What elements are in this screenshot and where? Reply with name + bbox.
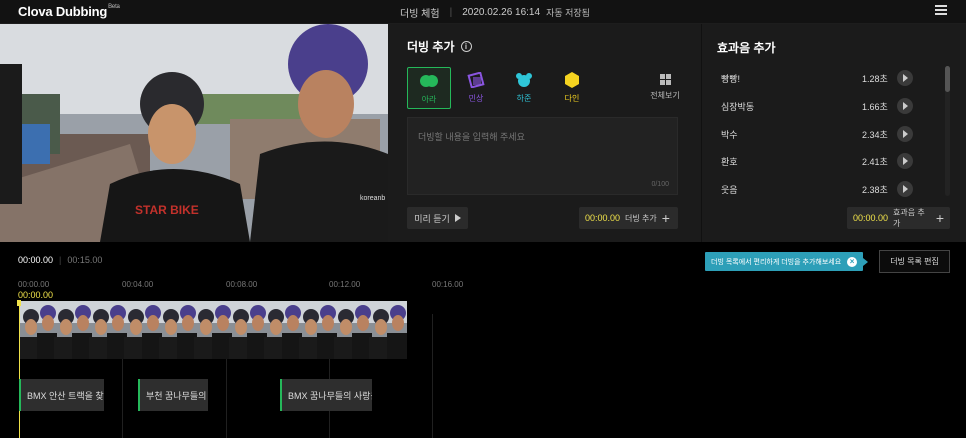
project-status: 더빙 체험 | 2020.02.26 16:14 자동 저장됨 [400,7,590,20]
char-count: 0/100 [651,181,669,188]
dubbing-clip[interactable]: BMX 안산 트랙을 찾은 [19,379,104,411]
voice-dain-label: 다인 [564,94,580,103]
preview-label: 미리 듣기 [414,213,450,224]
play-icon[interactable] [897,98,913,114]
time-display: 00:00.00 | 00:15.00 [18,255,103,265]
hamburger-menu-icon[interactable] [935,5,947,17]
plus-icon: + [935,210,944,226]
dubbing-panel: 더빙 추가 i 아라 민상 하준 다인 전체보기 더빙할 내용을 입력해 주세요… [388,24,701,242]
ruler-tick: 00:08.00 [226,280,258,289]
dubbing-clip[interactable]: BMX 꿈나무들의 사랑을 [280,379,372,411]
sfx-item[interactable]: 환호 2.41초 [702,151,942,171]
view-all-voices-button[interactable]: 전체보기 [648,74,682,101]
voice-minsang[interactable]: 민상 [454,67,498,109]
play-icon[interactable] [897,181,913,197]
save-status: 자동 저장됨 [546,8,590,18]
svg-text:STAR BIKE: STAR BIKE [135,203,199,217]
voice-ara-icon [420,75,438,87]
total-time: 00:15.00 [67,255,103,265]
tip-text: 더빙 목록에서 편리하게 더빙을 추가해보세요 [711,258,842,266]
dubbing-placeholder: 더빙할 내용을 입력해 주세요 [418,132,525,142]
sfx-item[interactable]: 심장박동 1.66초 [702,96,942,116]
sfx-item[interactable]: 박수 2.34초 [702,124,942,144]
dubbing-clip[interactable]: 부천 꿈나무들의 파 [138,379,208,411]
voice-ara[interactable]: 아라 [407,67,451,109]
ruler-tick: 00:16.00 [432,280,464,289]
close-icon[interactable]: × [847,256,858,267]
playhead[interactable] [19,300,20,438]
dubbing-title: 더빙 추가 i [407,38,472,55]
tooltip-tip: 더빙 목록에서 편리하게 더빙을 추가해보세요 × [705,252,869,271]
add-sfx-label: 효과음 추가 [893,208,925,228]
sfx-item[interactable]: 웃음 2.38초 [702,179,942,199]
play-icon[interactable] [897,70,913,86]
dubbing-text-input[interactable]: 더빙할 내용을 입력해 주세요 0/100 [407,117,678,195]
ruler-tick: 00:12.00 [329,280,361,289]
app-logo[interactable]: Clova DubbingBeta [18,4,120,19]
dubbing-time: 00:00.00 [585,213,621,223]
voice-hajun-icon [516,73,532,87]
svg-text:koreanb: koreanb [360,195,385,202]
preview-button[interactable]: 미리 듣기 [407,207,468,229]
sfx-title: 효과음 추가 [717,41,776,55]
voice-minsang-label: 민상 [468,94,484,103]
edit-dubbing-list-button[interactable]: 더빙 목록 편집 [879,250,950,273]
grid-line [432,314,433,438]
top-bar: Clova DubbingBeta 더빙 체험 | 2020.02.26 16:… [0,0,966,24]
play-icon[interactable] [897,153,913,169]
add-sfx-button[interactable]: 00:00.00 효과음 추가 + [847,207,950,229]
ruler-tick: 00:04.00 [122,280,154,289]
voice-ara-label: 아라 [421,95,437,104]
voice-hajun[interactable]: 하준 [502,67,546,109]
beta-badge: Beta [108,4,120,10]
voice-hajun-label: 하준 [516,94,532,103]
sfx-panel: 효과음 추가 빵빵! 1.28초 심장박동 1.66초 박수 2.34초 환호 … [701,24,966,242]
info-icon[interactable]: i [460,41,472,52]
ruler-tick: 00:00.00 [18,280,50,289]
add-dubbing-button[interactable]: 00:00.00 더빙 추가 + [579,207,678,229]
voice-dain[interactable]: 다인 [550,67,594,109]
plus-icon: + [661,210,670,226]
play-icon [454,214,461,222]
sfx-item[interactable]: 빵빵! 1.28초 [702,68,942,88]
playhead-time: 00:00.00 [18,290,54,300]
current-time: 00:00.00 [18,255,54,265]
datetime-label: 2020.02.26 16:14 [462,7,541,18]
voice-dain-icon [565,72,579,88]
video-preview[interactable]: STAR BIKE koreanb [0,24,388,242]
play-icon[interactable] [897,126,913,142]
sfx-time: 00:00.00 [853,213,889,223]
sfx-scrollbar[interactable] [945,66,950,92]
video-track[interactable] [19,301,407,359]
voice-minsang-icon [467,71,485,89]
view-all-label: 전체보기 [650,91,680,100]
grid-icon [659,74,671,85]
add-dubbing-label: 더빙 추가 [625,213,657,223]
mode-label: 더빙 체험 [400,9,440,20]
